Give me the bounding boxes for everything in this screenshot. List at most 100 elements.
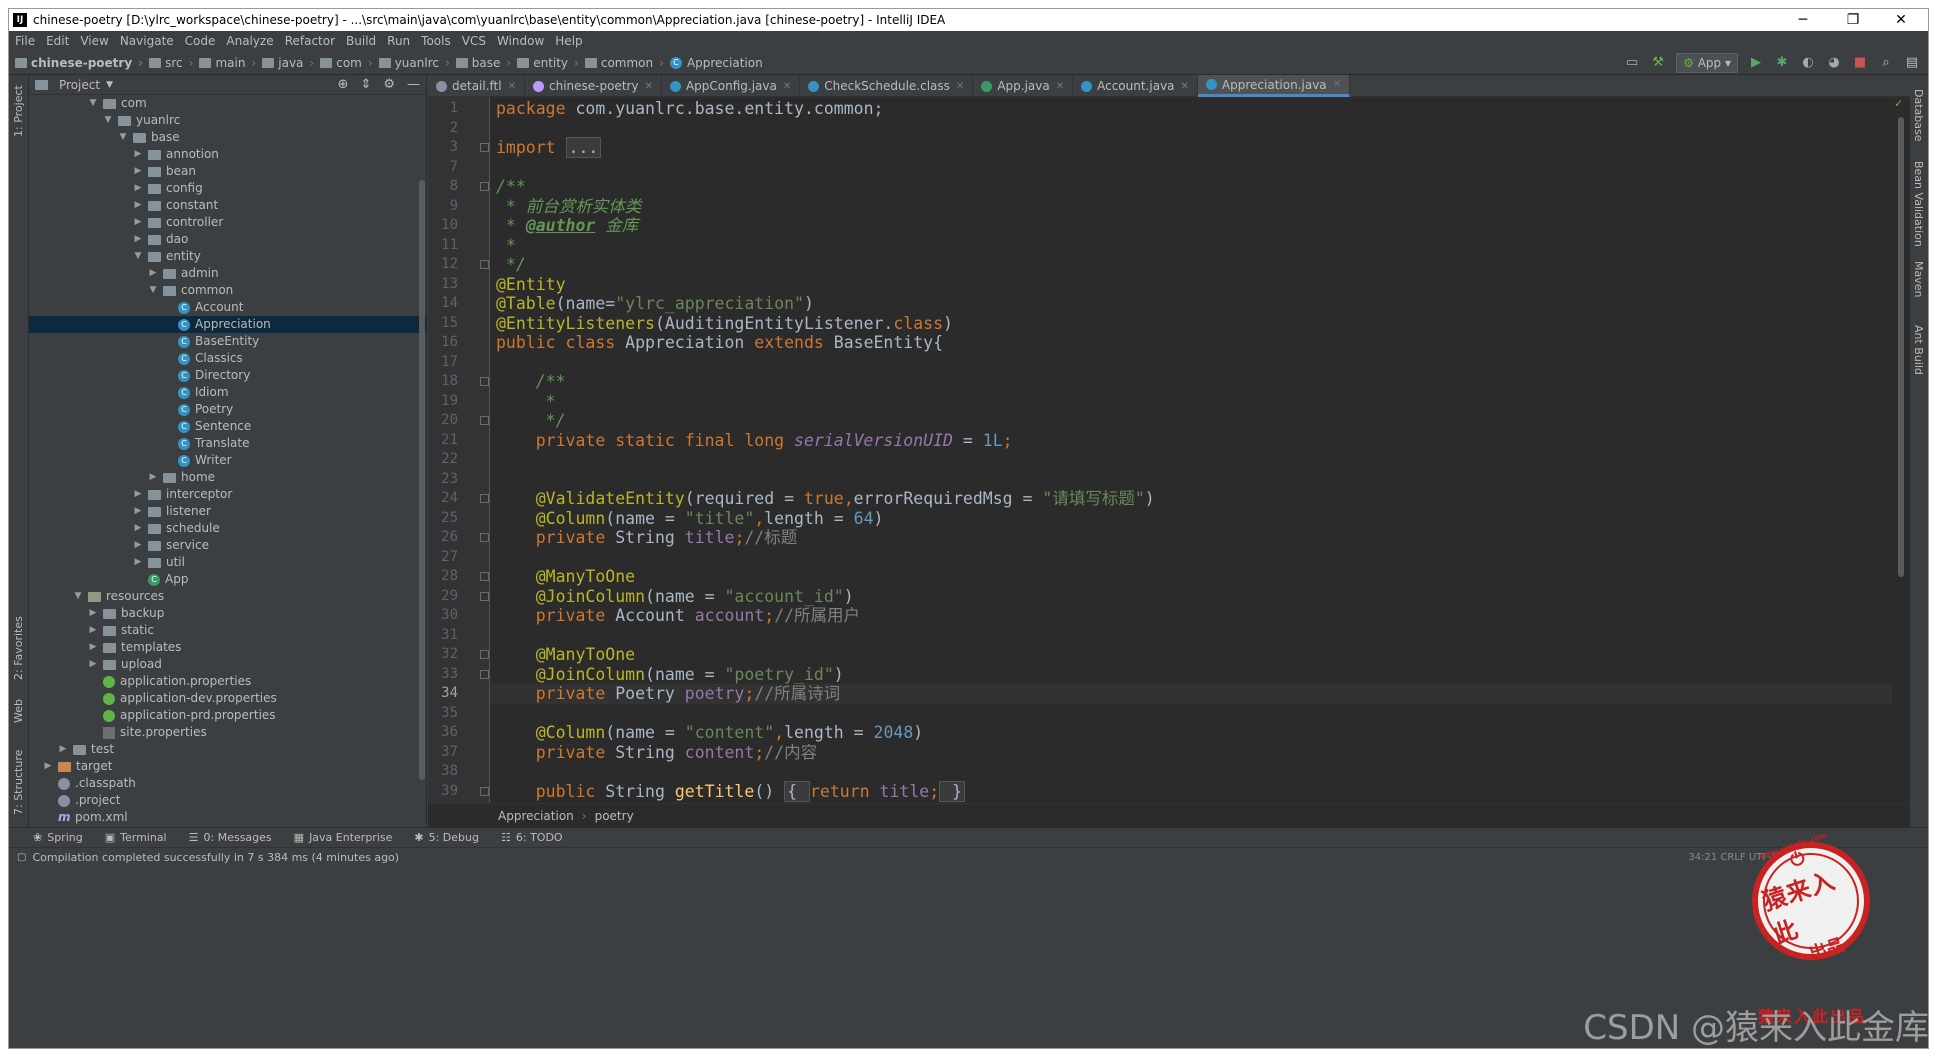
code-line[interactable]: @Table(name="ylrc_appreciation") bbox=[496, 294, 1892, 314]
code-line[interactable]: @Column(name = "content",length = 2048) bbox=[496, 723, 1892, 743]
code-line[interactable]: private String title;//标题 bbox=[496, 528, 1892, 548]
collapsed-arrow-icon[interactable]: ▶ bbox=[132, 146, 144, 163]
menu-vcs[interactable]: VCS bbox=[462, 34, 486, 48]
code-line[interactable]: private static final long serialVersionU… bbox=[496, 431, 1892, 451]
tree-node-translate[interactable]: C Translate bbox=[29, 435, 426, 452]
collapsed-arrow-icon[interactable]: ▶ bbox=[87, 656, 99, 673]
fold-marker-icon[interactable] bbox=[480, 260, 489, 269]
editor-scrollbar[interactable] bbox=[1898, 117, 1904, 577]
code-line[interactable]: public class Appreciation extends BaseEn… bbox=[496, 333, 1892, 353]
profile-icon[interactable]: ◕ bbox=[1826, 55, 1842, 71]
menu-build[interactable]: Build bbox=[346, 34, 376, 48]
project-scrollbar[interactable] bbox=[419, 180, 425, 780]
editor-breadcrumb-item[interactable]: Appreciation bbox=[498, 809, 574, 823]
tab-appconfig-java[interactable]: AppConfig.java ✕ bbox=[662, 75, 801, 97]
fold-marker-icon[interactable] bbox=[480, 494, 489, 503]
collapsed-arrow-icon[interactable]: ▶ bbox=[132, 180, 144, 197]
collapsed-arrow-icon[interactable]: ▶ bbox=[87, 639, 99, 656]
tree-node-appreciation[interactable]: C Appreciation bbox=[29, 316, 426, 333]
collapsed-arrow-icon[interactable]: ▶ bbox=[57, 741, 69, 758]
tree-node-baseentity[interactable]: C BaseEntity bbox=[29, 333, 426, 350]
project-structure-icon[interactable]: ▭ bbox=[1624, 55, 1640, 71]
code-line[interactable]: @JoinColumn(name = "poetry_id") bbox=[496, 665, 1892, 685]
breadcrumb-item[interactable]: src › bbox=[149, 56, 199, 70]
collapsed-arrow-icon[interactable]: ▶ bbox=[87, 605, 99, 622]
tool-0-messages[interactable]: ☰ 0: Messages bbox=[189, 831, 272, 844]
menu-help[interactable]: Help bbox=[555, 34, 582, 48]
restore-button[interactable]: ❐ bbox=[1830, 9, 1876, 31]
tool-5-debug[interactable]: ✱ 5: Debug bbox=[414, 831, 479, 844]
coverage-icon[interactable]: ◐ bbox=[1800, 55, 1816, 71]
collapsed-arrow-icon[interactable]: ▶ bbox=[132, 214, 144, 231]
collapsed-arrow-icon[interactable]: ▶ bbox=[132, 197, 144, 214]
tree-node-bean[interactable]: ▶ bean bbox=[29, 163, 426, 180]
search-icon[interactable]: ⌕ bbox=[1878, 55, 1894, 71]
tab-account-java[interactable]: Account.java ✕ bbox=[1073, 75, 1198, 97]
code-line[interactable]: private Poetry poetry;//所属诗词 bbox=[496, 684, 1892, 704]
code-line[interactable] bbox=[496, 353, 1892, 373]
menu-file[interactable]: File bbox=[15, 34, 35, 48]
code-line[interactable]: public String getTitle() { return title;… bbox=[496, 780, 1892, 802]
folded-code[interactable]: { bbox=[784, 780, 810, 802]
expanded-arrow-icon[interactable]: ▼ bbox=[102, 112, 114, 129]
code-area[interactable]: package com.yuanlrc.base.entity.common; i… bbox=[490, 97, 1892, 803]
code-line[interactable]: * bbox=[496, 236, 1892, 256]
tree-node-writer[interactable]: C Writer bbox=[29, 452, 426, 469]
fold-marker-icon[interactable] bbox=[480, 416, 489, 425]
collapsed-arrow-icon[interactable]: ▶ bbox=[132, 520, 144, 537]
tree-node-resources[interactable]: ▼ resources bbox=[29, 588, 426, 605]
fold-marker-icon[interactable] bbox=[480, 572, 489, 581]
tree-node-pom-xml[interactable]: m pom.xml bbox=[29, 809, 426, 826]
close-button[interactable]: ✕ bbox=[1878, 9, 1924, 31]
fold-marker-icon[interactable] bbox=[480, 669, 489, 679]
tree-node-application-dev-properties[interactable]: application-dev.properties bbox=[29, 690, 426, 707]
tree-node-com[interactable]: ▼ com bbox=[29, 95, 426, 112]
code-line[interactable]: @EntityListeners(AuditingEntityListener.… bbox=[496, 314, 1892, 334]
menu-run[interactable]: Run bbox=[387, 34, 410, 48]
database-tool-tab[interactable]: Database bbox=[1912, 89, 1925, 142]
tab-chinese-poetry[interactable]: chinese-poetry ✕ bbox=[525, 75, 662, 97]
fold-marker-icon[interactable] bbox=[480, 786, 489, 796]
project-view-select[interactable]: Project bbox=[59, 78, 100, 92]
tree-node-util[interactable]: ▶ util bbox=[29, 554, 426, 571]
tree-node-application-prd-properties[interactable]: application-prd.properties bbox=[29, 707, 426, 724]
breadcrumb-item[interactable]: yuanlrc › bbox=[378, 56, 456, 70]
folded-code[interactable]: } bbox=[939, 780, 966, 802]
locate-icon[interactable]: ⊕ bbox=[338, 77, 349, 92]
collapsed-arrow-icon[interactable]: ▶ bbox=[87, 622, 99, 639]
tree-node-app[interactable]: C App bbox=[29, 571, 426, 588]
close-tab-icon[interactable]: ✕ bbox=[1333, 79, 1341, 90]
expanded-arrow-icon[interactable]: ▼ bbox=[87, 95, 99, 112]
code-line[interactable]: */ bbox=[496, 255, 1892, 275]
menu-refactor[interactable]: Refactor bbox=[285, 34, 335, 48]
tree-node-idiom[interactable]: C Idiom bbox=[29, 384, 426, 401]
tree-node-classics[interactable]: C Classics bbox=[29, 350, 426, 367]
breadcrumb-item[interactable]: java › bbox=[262, 56, 320, 70]
breadcrumb-item[interactable]: com › bbox=[320, 56, 378, 70]
fold-marker-icon[interactable] bbox=[480, 650, 489, 659]
collapsed-arrow-icon[interactable]: ▶ bbox=[132, 503, 144, 520]
tree-node-test[interactable]: ▶ test bbox=[29, 741, 426, 758]
tree-node-account[interactable]: C Account bbox=[29, 299, 426, 316]
stop-icon[interactable]: ■ bbox=[1852, 55, 1868, 71]
fold-marker-icon[interactable] bbox=[480, 377, 489, 386]
menu-code[interactable]: Code bbox=[185, 34, 216, 48]
web-tool-tab[interactable]: Web bbox=[12, 699, 25, 723]
code-line[interactable]: @ManyToOne bbox=[496, 567, 1892, 587]
code-line[interactable] bbox=[496, 470, 1892, 490]
code-line[interactable]: @Entity bbox=[496, 275, 1892, 295]
breadcrumb-item[interactable]: C Appreciation bbox=[669, 56, 763, 70]
close-tab-icon[interactable]: ✕ bbox=[645, 81, 653, 92]
code-line[interactable]: package com.yuanlrc.base.entity.common; bbox=[496, 99, 1892, 119]
code-line[interactable] bbox=[496, 762, 1892, 782]
breadcrumb-item[interactable]: chinese-poetry › bbox=[15, 56, 149, 70]
tree-node-upload[interactable]: ▶ upload bbox=[29, 656, 426, 673]
menu-edit[interactable]: Edit bbox=[46, 34, 69, 48]
expanded-arrow-icon[interactable]: ▼ bbox=[117, 129, 129, 146]
tree-node-service[interactable]: ▶ service bbox=[29, 537, 426, 554]
tree-node-common[interactable]: ▼ common bbox=[29, 282, 426, 299]
breadcrumb-item[interactable]: main › bbox=[199, 56, 262, 70]
expanded-arrow-icon[interactable]: ▼ bbox=[132, 248, 144, 265]
project-tool-tab[interactable]: 1: Project bbox=[12, 85, 25, 137]
code-line[interactable] bbox=[496, 626, 1892, 646]
